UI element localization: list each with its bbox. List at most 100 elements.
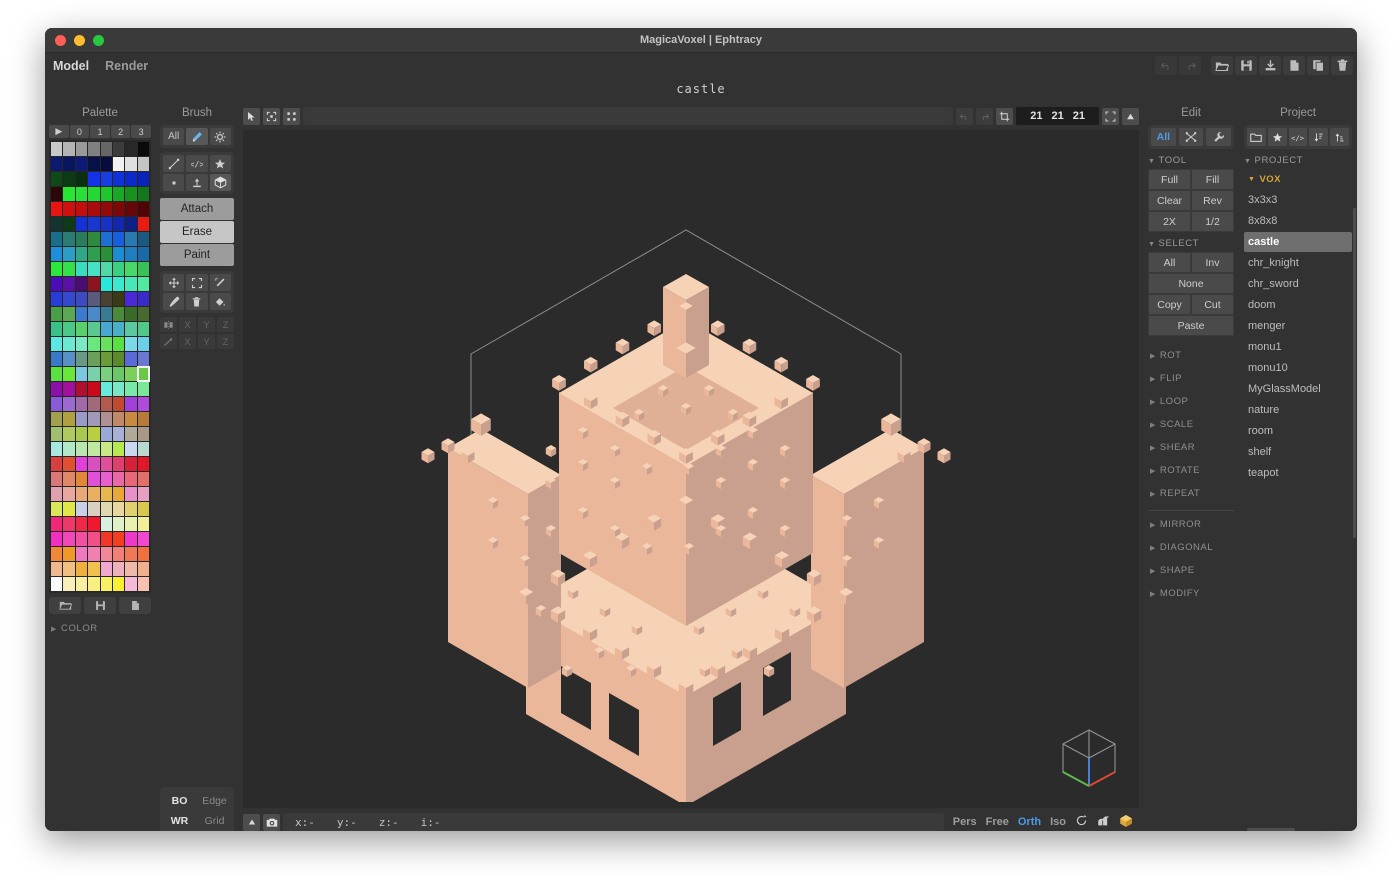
palette-swatch[interactable]: [112, 457, 125, 471]
palette-swatch[interactable]: [137, 427, 149, 441]
palette-swatch[interactable]: [88, 322, 100, 336]
edit-section-shear[interactable]: ▶ SHEAR: [1148, 436, 1234, 459]
palette-swatch[interactable]: [100, 232, 112, 246]
palette-swatch[interactable]: [137, 202, 149, 216]
palette-swatch[interactable]: [137, 502, 149, 516]
palette-swatch[interactable]: [75, 247, 88, 261]
palette-swatch[interactable]: [88, 442, 100, 456]
palette-swatch[interactable]: [112, 322, 125, 336]
palette-swatch[interactable]: [100, 322, 112, 336]
palette-swatch[interactable]: [137, 382, 149, 396]
palette-swatch[interactable]: [100, 202, 112, 216]
palette-swatch[interactable]: [75, 577, 88, 591]
palette-swatch[interactable]: [51, 217, 63, 231]
project-item-nature[interactable]: nature: [1244, 400, 1352, 420]
edge-toggle[interactable]: Edge: [197, 791, 232, 811]
save-palette-icon[interactable]: [84, 597, 116, 614]
mirror-z-toggle[interactable]: Z: [217, 317, 234, 332]
palette-swatch[interactable]: [75, 277, 88, 291]
palette-swatch[interactable]: [125, 427, 137, 441]
palette-swatch[interactable]: [137, 307, 149, 321]
palette-swatch[interactable]: [125, 202, 137, 216]
palette-swatch[interactable]: [63, 562, 75, 576]
palette-swatch[interactable]: [125, 382, 137, 396]
palette-swatch[interactable]: [112, 262, 125, 276]
palette-swatch[interactable]: [51, 382, 63, 396]
palette-swatch[interactable]: [125, 487, 137, 501]
palette-swatch[interactable]: [51, 427, 63, 441]
export-palette-icon[interactable]: [119, 597, 151, 614]
diagonal-icon[interactable]: [160, 334, 177, 349]
palette-swatch[interactable]: [137, 352, 149, 366]
select-region-icon[interactable]: [186, 274, 208, 291]
palette-swatch[interactable]: [51, 532, 63, 546]
edit-section-shape[interactable]: ▶ SHAPE: [1148, 559, 1234, 582]
palette-swatch[interactable]: [112, 277, 125, 291]
palette-swatch[interactable]: [51, 352, 63, 366]
palette-swatch[interactable]: [125, 547, 137, 561]
project-item-monu1[interactable]: monu1: [1244, 337, 1352, 357]
palette-swatch[interactable]: [112, 382, 125, 396]
palette-swatch[interactable]: [75, 547, 88, 561]
palette-swatch[interactable]: [100, 307, 112, 321]
palette-swatch[interactable]: [137, 232, 149, 246]
trash-icon[interactable]: [186, 293, 208, 310]
palette-swatch[interactable]: [51, 442, 63, 456]
project-horizontal-scrollbar[interactable]: [1247, 828, 1295, 831]
palette-swatch[interactable]: [137, 412, 149, 426]
palette-swatch[interactable]: [125, 262, 137, 276]
marquee-select-icon[interactable]: [263, 107, 280, 125]
project-item-chr_knight[interactable]: chr_knight: [1244, 253, 1352, 273]
palette-swatch[interactable]: [125, 577, 137, 591]
palette-swatch[interactable]: [75, 532, 88, 546]
palette-swatch[interactable]: [88, 172, 100, 186]
palette-swatch[interactable]: [88, 457, 100, 471]
palette-swatch[interactable]: [75, 487, 88, 501]
palette-swatch[interactable]: [88, 337, 100, 351]
sort-up-icon[interactable]: [1330, 128, 1349, 146]
palette-swatch[interactable]: [88, 547, 100, 561]
palette-swatch[interactable]: [137, 472, 149, 486]
undo-icon[interactable]: [1155, 56, 1177, 75]
project-item-3x3x3[interactable]: 3x3x3: [1244, 190, 1352, 210]
palette-swatch[interactable]: [112, 412, 125, 426]
palette-swatch[interactable]: [63, 517, 75, 531]
palette-swatch[interactable]: [100, 352, 112, 366]
cursor-icon[interactable]: [243, 107, 260, 125]
palette-swatch[interactable]: [137, 187, 149, 201]
download-icon[interactable]: [1259, 56, 1281, 75]
palette-swatch[interactable]: [112, 187, 125, 201]
palette-swatch[interactable]: [100, 502, 112, 516]
attach-button[interactable]: Attach: [160, 198, 234, 220]
palette-swatch[interactable]: [137, 262, 149, 276]
palette-swatch[interactable]: [125, 532, 137, 546]
palette-swatch[interactable]: [51, 457, 63, 471]
palette-swatch[interactable]: [88, 187, 100, 201]
palette-swatch[interactable]: [100, 367, 112, 381]
mirror-y-toggle[interactable]: Y: [198, 317, 215, 332]
mirror-icon[interactable]: [160, 317, 177, 332]
delete-icon[interactable]: [1331, 56, 1353, 75]
palette-swatch[interactable]: [88, 487, 100, 501]
palette-swatch[interactable]: [63, 157, 75, 171]
tool-fill-button[interactable]: Fill: [1191, 169, 1234, 190]
diagonal-y-toggle[interactable]: Y: [198, 334, 215, 349]
palette-swatch[interactable]: [51, 562, 63, 576]
palette-swatch[interactable]: [63, 187, 75, 201]
edit-section-loop[interactable]: ▶ LOOP: [1148, 390, 1234, 413]
palette-swatch[interactable]: [112, 502, 125, 516]
palette-swatch[interactable]: [100, 382, 112, 396]
palette-swatch[interactable]: [137, 292, 149, 306]
model-size-field[interactable]: 21 21 21: [1016, 107, 1099, 125]
project-item-castle[interactable]: castle: [1244, 232, 1352, 252]
palette-swatch[interactable]: [112, 562, 125, 576]
palette-swatch[interactable]: [100, 532, 112, 546]
four-corners-icon[interactable]: [283, 107, 300, 125]
palette-swatch[interactable]: [63, 457, 75, 471]
edit-section-scale[interactable]: ▶ SCALE: [1148, 413, 1234, 436]
palette-swatch[interactable]: [88, 382, 100, 396]
palette-swatch[interactable]: [75, 562, 88, 576]
palette-swatch[interactable]: [51, 292, 63, 306]
palette-swatch[interactable]: [63, 412, 75, 426]
palette-swatch[interactable]: [112, 307, 125, 321]
